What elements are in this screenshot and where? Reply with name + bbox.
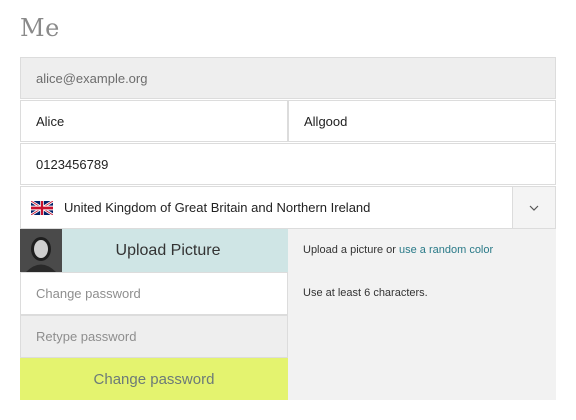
country-dropdown-toggle[interactable] — [512, 187, 555, 228]
random-color-link[interactable]: use a random color — [399, 244, 493, 256]
chevron-down-icon — [529, 205, 539, 211]
change-password-input[interactable]: Change password — [20, 272, 288, 315]
upload-hint-text: Upload a picture or — [303, 244, 399, 256]
last-name-field[interactable]: Allgood — [288, 100, 556, 142]
country-label: United Kingdom of Great Britain and Nort… — [64, 200, 371, 215]
upload-picture-button[interactable]: Upload Picture — [20, 229, 288, 272]
country-select[interactable]: United Kingdom of Great Britain and Nort… — [20, 186, 556, 229]
help-panel: Upload a picture or use a random color U… — [288, 229, 556, 400]
upload-picture-label: Upload Picture — [115, 241, 221, 259]
first-name-field[interactable]: Alice — [20, 100, 288, 142]
uk-flag-icon — [31, 200, 53, 215]
change-password-button[interactable]: Change password — [20, 358, 288, 400]
page-title: Me — [20, 14, 60, 42]
password-hint: Use at least 6 characters. — [303, 287, 428, 299]
retype-password-input[interactable]: Retype password — [20, 315, 288, 358]
upload-hint: Upload a picture or use a random color — [303, 244, 493, 256]
phone-field[interactable]: 0123456789 — [20, 143, 556, 185]
avatar — [20, 229, 62, 272]
email-field[interactable]: alice@example.org — [20, 57, 556, 99]
